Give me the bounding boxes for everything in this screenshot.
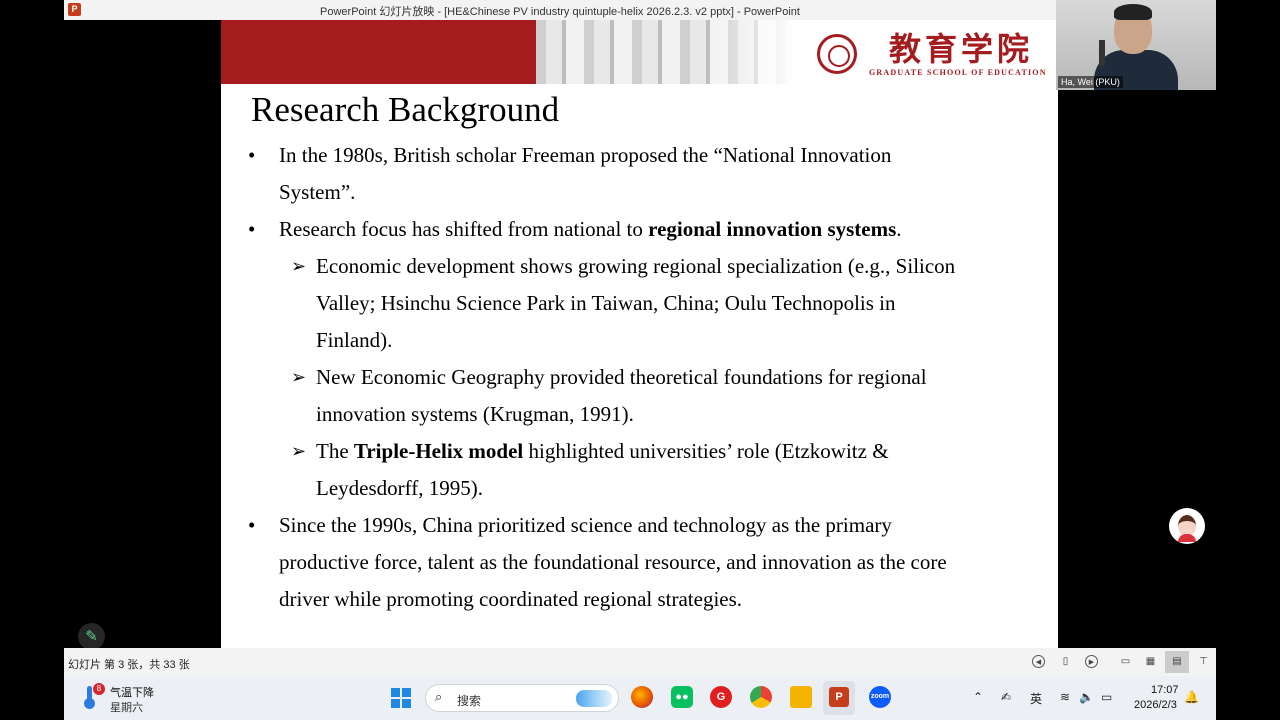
bullet-text-line: System”. [279, 180, 356, 204]
notification-icon[interactable]: 🔔 [1184, 690, 1199, 704]
arrow-bullet-icon: ➢ [291, 256, 307, 277]
bullet-marker: • [248, 513, 256, 537]
sub-bullet-text-line: Economic development shows growing regio… [316, 254, 956, 278]
previous-slide-icon[interactable]: ◀ [1032, 655, 1045, 668]
sub-bullet-text-line: Finland). [316, 328, 393, 352]
wechat-icon[interactable]: ●● [671, 686, 693, 708]
reading-view-icon[interactable]: ▤ [1165, 651, 1189, 673]
school-logo-chinese: 教育学院 [889, 30, 1034, 68]
g-app-icon[interactable]: G [710, 686, 732, 708]
banner-building-image [536, 20, 796, 84]
search-highlight-art [576, 690, 612, 707]
taskbar-search-box[interactable]: ⌕ 搜索 [425, 684, 619, 712]
bullet-bold-text: regional innovation systems [648, 217, 897, 241]
windows-start-icon[interactable] [391, 688, 411, 708]
bullet-text: Research focus has shifted from national… [279, 217, 649, 241]
weather-text[interactable]: 气温下降 [110, 684, 154, 700]
microphone-icon [1099, 40, 1105, 66]
zoom-icon[interactable]: zoom [869, 686, 891, 708]
assistant-avatar-button[interactable] [1169, 508, 1205, 544]
sorter-view-icon[interactable]: ▦ [1144, 655, 1157, 668]
search-icon: ⌕ [435, 690, 443, 705]
firefox-icon[interactable] [631, 686, 653, 708]
powerpoint-taskbar-button[interactable]: P [823, 681, 855, 715]
chrome-icon[interactable] [750, 686, 772, 708]
ime-indicator[interactable]: 英 [1030, 690, 1042, 707]
slide-canvas[interactable]: 教育学院 GRADUATE SCHOOL OF EDUCATION Resear… [221, 20, 1058, 648]
sub-bullet-bold-text: Triple-Helix model [353, 439, 524, 463]
sub-bullet-text-line: Leydesdorff, 1995). [316, 476, 483, 500]
sub-bullet-text: The [316, 439, 354, 463]
bullet-text-line: productive force, talent as the foundati… [279, 550, 947, 574]
slide-position: 幻灯片 第 3 张，共 33 张 [68, 659, 190, 671]
window-title-bar: P PowerPoint 幻灯片放映 - [HE&Chinese PV indu… [64, 0, 1056, 20]
sub-bullet-text-line: Valley; Hsinchu Science Park in Taiwan, … [316, 291, 896, 315]
next-slide-icon[interactable]: ▶ [1085, 655, 1098, 668]
slide-sorter-icon[interactable]: ▯ [1059, 655, 1072, 668]
windows-taskbar: 8 气温下降 星期六 ⌕ 搜索 ●● G P zoom ⌃ ✍ 英 ≋ 🔈 ▭ … [64, 676, 1216, 720]
battery-icon[interactable]: ▭ [1101, 690, 1112, 704]
bullet-text-line: In the 1980s, British scholar Freeman pr… [279, 143, 892, 167]
powerpoint-icon: P [829, 687, 849, 707]
arrow-bullet-icon: ➢ [291, 367, 307, 388]
volume-icon[interactable]: 🔈 [1079, 690, 1094, 704]
school-logo-english: GRADUATE SCHOOL OF EDUCATION [869, 68, 1047, 77]
window-title: PowerPoint 幻灯片放映 - [HE&Chinese PV indust… [320, 6, 800, 18]
arrow-bullet-icon: ➢ [291, 441, 307, 462]
sub-bullet-text-line: New Economic Geography provided theoreti… [316, 365, 927, 389]
slide-title: Research Background [251, 90, 560, 129]
pen-tool-button[interactable]: ✎ [78, 623, 105, 650]
weekday-text: 星期六 [110, 702, 143, 714]
bullet-text: . [896, 217, 902, 241]
bullet-marker: • [248, 143, 256, 167]
pen-input-icon[interactable]: ✍ [1001, 690, 1011, 704]
clock-time[interactable]: 17:07 [1151, 684, 1179, 696]
pku-seal-logo [817, 34, 857, 74]
banner-red-block [221, 20, 536, 84]
clock-date[interactable]: 2026/2/3 [1134, 699, 1177, 711]
normal-view-icon[interactable]: ▭ [1119, 655, 1132, 668]
wifi-icon[interactable]: ≋ [1060, 690, 1070, 704]
participant-name: Ha, Wei (PKU) [1058, 76, 1123, 88]
weather-badge: 8 [93, 683, 105, 695]
sub-bullet-text-line: innovation systems (Krugman, 1991). [316, 402, 634, 426]
slide-header-banner: 教育学院 GRADUATE SCHOOL OF EDUCATION [221, 20, 1058, 84]
slideshow-status-bar: 幻灯片 第 3 张，共 33 张 ◀ ▯ ▶ ▭ ▦ ▤ ⊤ [64, 648, 1216, 676]
file-explorer-icon[interactable] [790, 686, 812, 708]
participant-video[interactable]: Ha, Wei (PKU) [1056, 0, 1216, 90]
bullet-marker: • [248, 217, 256, 241]
search-placeholder: 搜索 [457, 694, 482, 708]
sub-bullet-text: highlighted universities’ role (Etzkowit… [523, 439, 889, 463]
bullet-text-line: Since the 1990s, China prioritized scien… [279, 513, 892, 537]
chevron-up-icon[interactable]: ⌃ [973, 690, 983, 704]
slideshow-view-icon[interactable]: ⊤ [1197, 655, 1210, 668]
bullet-text-line: driver while promoting coordinated regio… [279, 587, 743, 611]
